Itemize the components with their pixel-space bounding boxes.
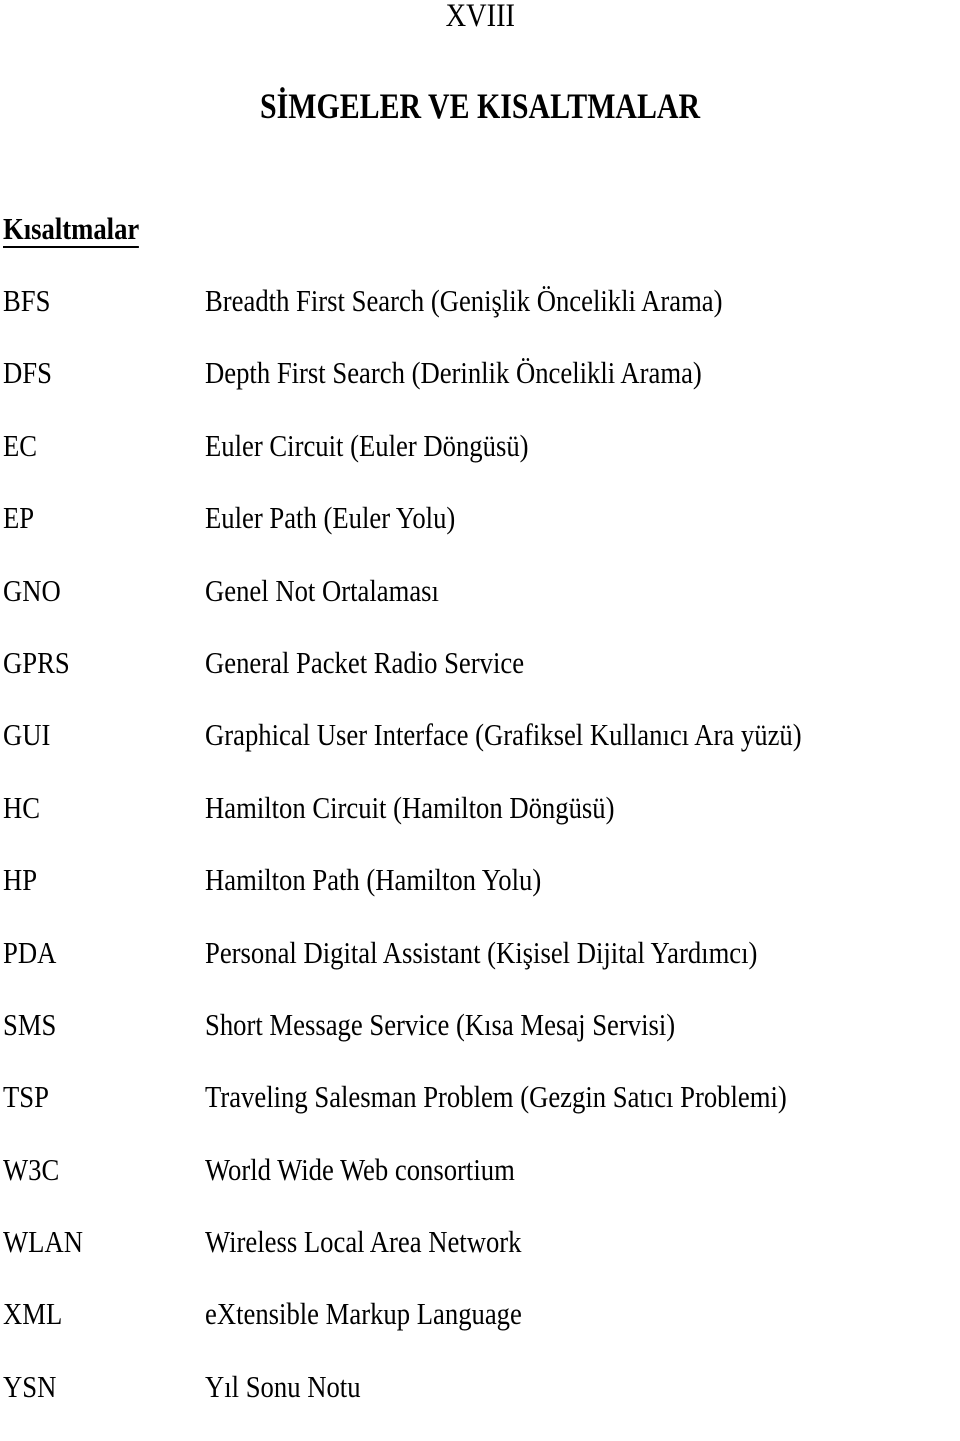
definition: Hamilton Circuit (Hamilton Döngüsü)	[205, 790, 681, 826]
abbreviation-text: W3C	[3, 1151, 60, 1187]
definition: Euler Path (Euler Yolu)	[205, 500, 496, 536]
abbreviation-text: XML	[3, 1296, 63, 1332]
definition: Breadth First Search (Genişlik Öncelikli…	[205, 283, 807, 319]
page-title: SİMGELER VE KISALTMALAR	[0, 84, 960, 128]
definition-text: Hamilton Circuit (Hamilton Döngüsü)	[205, 789, 615, 825]
abbreviation-text: SMS	[3, 1006, 57, 1042]
abbreviation-text: PDA	[3, 934, 57, 970]
abbreviation-text: DFS	[3, 355, 52, 391]
abbreviation-row: W3C World Wide Web consortium	[0, 1152, 960, 1224]
definition-text: Genel Not Ortalaması	[205, 572, 439, 608]
abbreviation: WLAN	[3, 1224, 96, 1260]
abbreviation-text: WLAN	[3, 1224, 83, 1260]
abbreviation-text: TSP	[3, 1079, 49, 1115]
abbreviation-row: EP Euler Path (Euler Yolu)	[0, 500, 960, 572]
page-number-text: XVIII	[445, 0, 515, 34]
definition: World Wide Web consortium	[205, 1152, 565, 1188]
abbreviation: HC	[3, 790, 46, 826]
definition: Traveling Salesman Problem (Gezgin Satıc…	[205, 1079, 881, 1115]
abbreviation-row: HC Hamilton Circuit (Hamilton Döngüsü)	[0, 790, 960, 862]
page-number: XVIII	[0, 0, 960, 36]
abbreviation-row: XML eXtensible Markup Language	[0, 1296, 960, 1368]
abbreviation-text: HC	[3, 789, 41, 825]
abbreviation-text: EP	[3, 500, 35, 536]
definition-text: Euler Circuit (Euler Döngüsü)	[205, 427, 529, 463]
definition-text: World Wide Web consortium	[205, 1151, 515, 1187]
definition: Genel Not Ortalaması	[205, 573, 477, 609]
definition-text: Hamilton Path (Hamilton Yolu)	[205, 862, 542, 898]
abbreviation: BFS	[3, 283, 58, 319]
definition: Depth First Search (Derinlik Öncelikli A…	[205, 355, 783, 391]
definition: Hamilton Path (Hamilton Yolu)	[205, 862, 596, 898]
abbreviation-text: GNO	[3, 572, 61, 608]
abbreviation-text: GPRS	[3, 644, 70, 680]
abbreviation-row: HP Hamilton Path (Hamilton Yolu)	[0, 862, 960, 934]
definition-text: General Packet Radio Service	[205, 644, 525, 680]
abbreviation-row: SMS Short Message Service (Kısa Mesaj Se…	[0, 1007, 960, 1079]
abbreviation-row: YSN Yıl Sonu Notu	[0, 1369, 960, 1441]
abbreviation-row: DFS Depth First Search (Derinlik Öncelik…	[0, 355, 960, 427]
definition-text: Euler Path (Euler Yolu)	[205, 500, 456, 536]
abbreviation: GPRS	[3, 645, 81, 681]
abbreviation-row: GUI Graphical User Interface (Grafiksel …	[0, 717, 960, 789]
abbreviation: DFS	[3, 355, 60, 391]
definition: General Packet Radio Service	[205, 645, 576, 681]
abbreviation-text: GUI	[3, 717, 51, 753]
abbreviation-row: GNO Genel Not Ortalaması	[0, 573, 960, 645]
abbreviation-row: EC Euler Circuit (Euler Döngüsü)	[0, 428, 960, 500]
abbreviation: EP	[3, 500, 39, 536]
definition: Personal Digital Assistant (Kişisel Diji…	[205, 935, 847, 971]
definition-text: Graphical User Interface (Grafiksel Kull…	[205, 717, 802, 753]
abbreviation: PDA	[3, 935, 65, 971]
abbreviation: XML	[3, 1296, 72, 1332]
definition: Short Message Service (Kısa Mesaj Servis…	[205, 1007, 752, 1043]
section-heading: Kısaltmalar	[3, 210, 161, 248]
definition: Yıl Sonu Notu	[205, 1369, 386, 1405]
abbreviation: GNO	[3, 573, 70, 609]
abbreviation-text: EC	[3, 427, 38, 463]
definition: Euler Circuit (Euler Döngüsü)	[205, 428, 581, 464]
abbreviation: W3C	[3, 1152, 68, 1188]
definition: eXtensible Markup Language	[205, 1296, 573, 1332]
definition-text: Depth First Search (Derinlik Öncelikli A…	[205, 355, 702, 391]
abbreviation: TSP	[3, 1079, 56, 1115]
definition: Graphical User Interface (Grafiksel Kull…	[205, 717, 899, 753]
abbreviation-row: BFS Breadth First Search (Genişlik Öncel…	[0, 283, 960, 355]
abbreviation-row: GPRS General Packet Radio Service	[0, 645, 960, 717]
abbreviation-text: YSN	[3, 1368, 57, 1404]
definition-text: Short Message Service (Kısa Mesaj Servis…	[205, 1006, 676, 1042]
abbreviation-row: PDA Personal Digital Assistant (Kişisel …	[0, 935, 960, 1007]
abbreviation: EC	[3, 428, 43, 464]
definition-text: Wireless Local Area Network	[205, 1224, 522, 1260]
abbreviation-text: HP	[3, 862, 38, 898]
definition-text: Traveling Salesman Problem (Gezgin Satıc…	[205, 1079, 787, 1115]
page-title-text: SİMGELER VE KISALTMALAR	[259, 86, 701, 126]
abbreviation-text: BFS	[3, 283, 51, 318]
abbreviation: SMS	[3, 1007, 65, 1043]
abbreviation: HP	[3, 862, 43, 898]
abbreviation-list: BFS Breadth First Search (Genişlik Öncel…	[0, 283, 960, 1441]
section-heading-text: Kısaltmalar	[3, 211, 140, 248]
definition-text: Personal Digital Assistant (Kişisel Diji…	[205, 934, 758, 970]
definition-text: Breadth First Search (Genişlik Öncelikli…	[205, 283, 723, 318]
abbreviation: YSN	[3, 1369, 65, 1405]
definition-text: Yıl Sonu Notu	[205, 1368, 361, 1404]
abbreviation-row: TSP Traveling Salesman Problem (Gezgin S…	[0, 1079, 960, 1151]
definition-text: eXtensible Markup Language	[205, 1296, 522, 1332]
abbreviation-row: WLAN Wireless Local Area Network	[0, 1224, 960, 1296]
abbreviation: GUI	[3, 717, 58, 753]
definition: Wireless Local Area Network	[205, 1224, 573, 1260]
